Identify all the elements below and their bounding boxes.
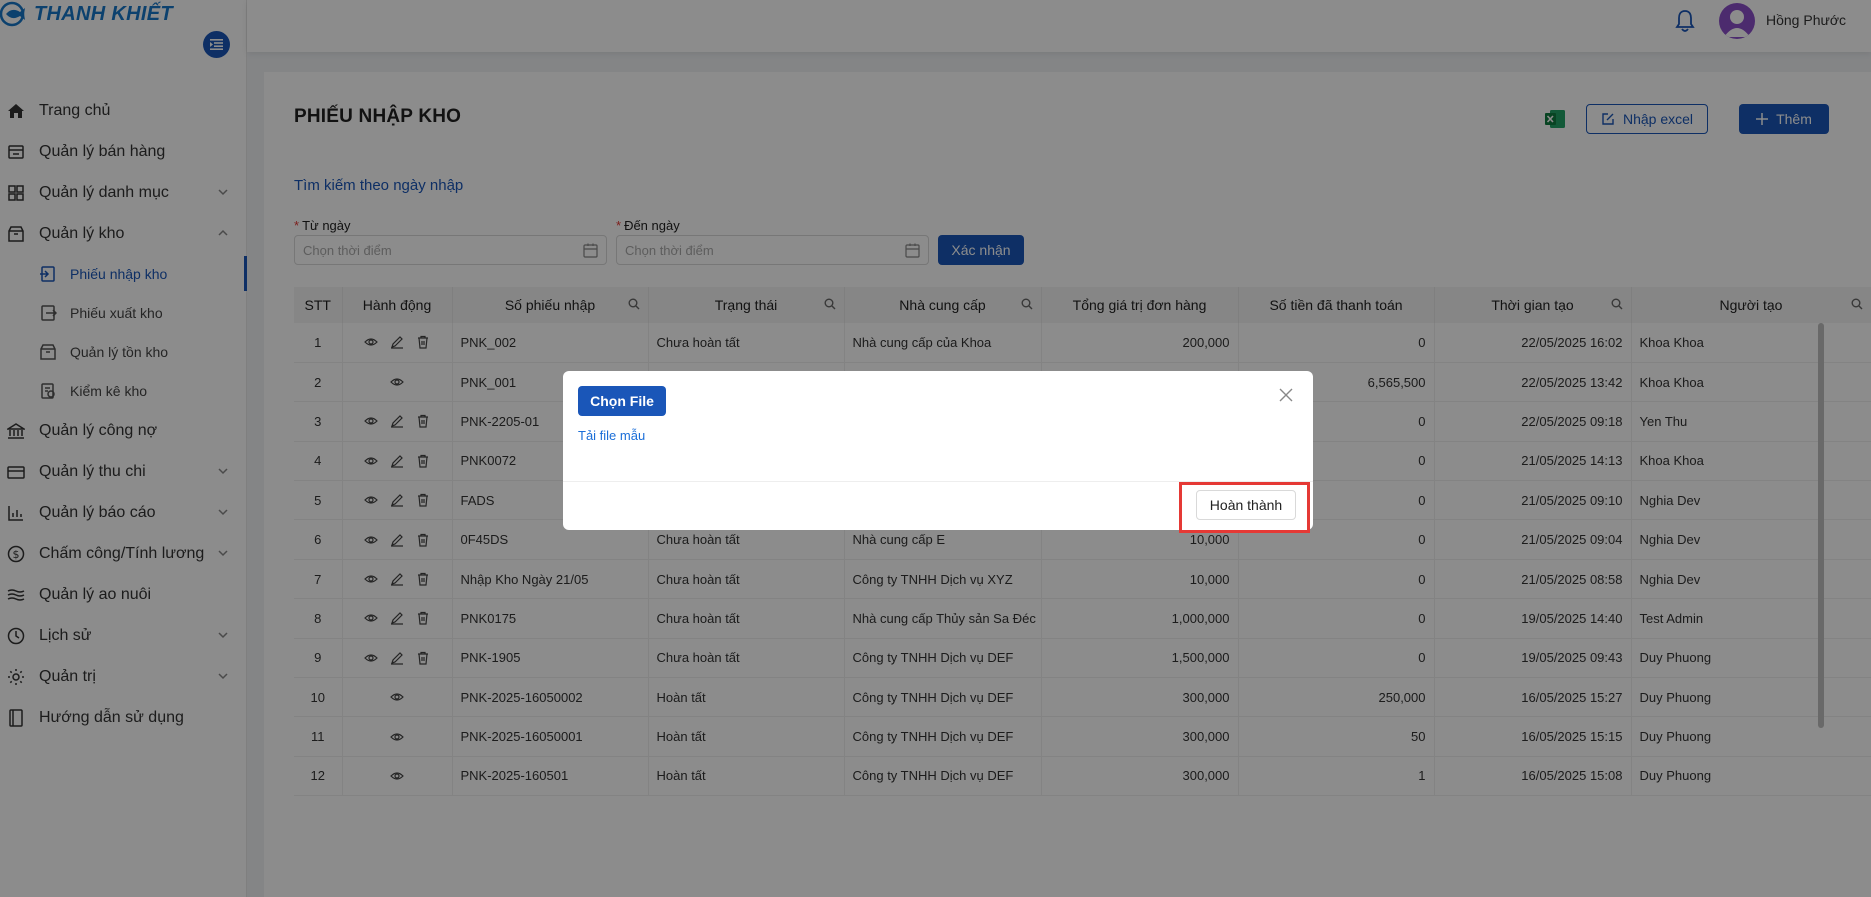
download-template-link[interactable]: Tải file mẫu xyxy=(578,428,645,443)
close-icon[interactable] xyxy=(1279,388,1293,402)
choose-file-button[interactable]: Chọn File xyxy=(578,386,666,416)
highlight-box xyxy=(1179,482,1310,533)
